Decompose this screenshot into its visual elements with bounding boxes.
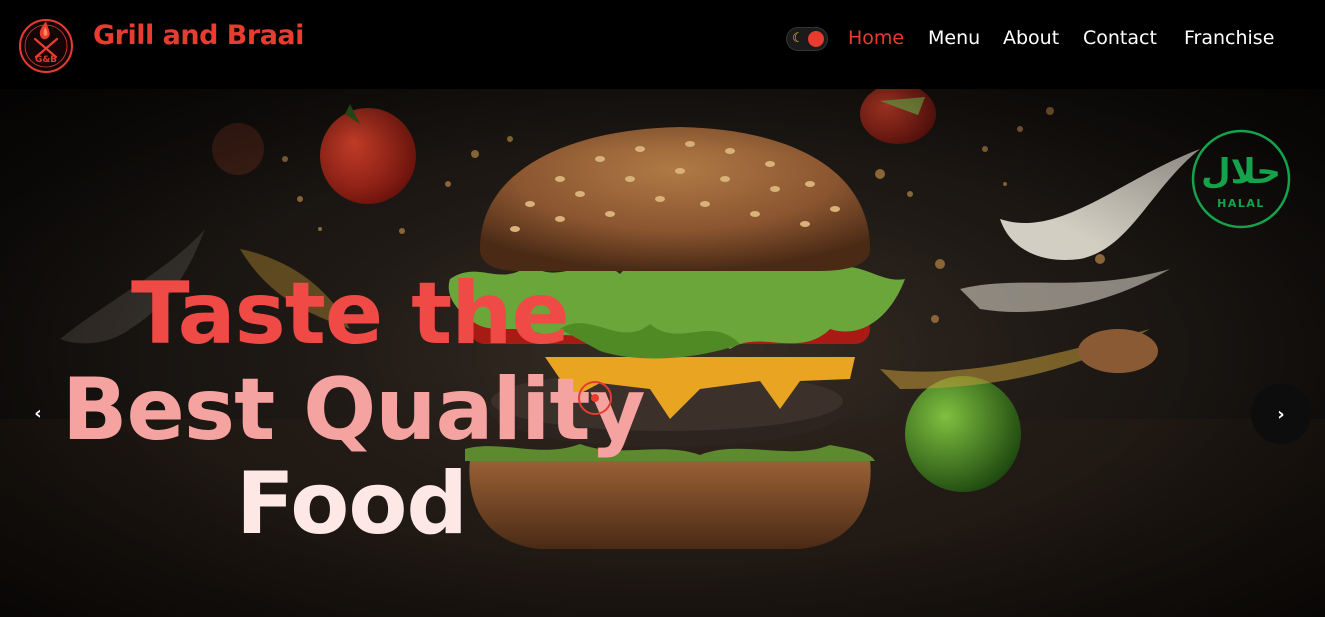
moon-icon: ☾ xyxy=(792,31,804,46)
nav-menu[interactable]: Menu xyxy=(928,27,980,49)
chevron-right-icon: › xyxy=(1277,403,1285,425)
nav-contact[interactable]: Contact xyxy=(1083,27,1157,49)
hero-burger-image xyxy=(0,89,1325,617)
nav-franchise[interactable]: Franchise xyxy=(1184,27,1274,49)
theme-toggle[interactable]: ☾ xyxy=(786,27,828,51)
logo-initials: G&B xyxy=(35,55,57,65)
site-header: G&B Grill and Braai ☾ Home Menu About Co… xyxy=(0,0,1325,89)
chevron-left-icon: ‹ xyxy=(34,402,42,424)
nav-about[interactable]: About xyxy=(1003,27,1059,49)
nav-home[interactable]: Home xyxy=(848,27,904,49)
halal-arabic: حلال xyxy=(1201,152,1281,192)
halal-badge-icon: حلال HALAL xyxy=(1191,129,1291,229)
carousel-next-button[interactable]: › xyxy=(1251,384,1311,444)
custom-cursor-dot xyxy=(591,394,599,402)
toggle-knob xyxy=(808,31,824,47)
hero-carousel: Taste the Best Quality Food حلال HALAL ‹… xyxy=(0,89,1325,617)
halal-label: HALAL xyxy=(1217,197,1265,210)
brand-logo-icon[interactable]: G&B xyxy=(18,17,74,73)
brand-name[interactable]: Grill and Braai xyxy=(93,20,304,51)
carousel-prev-button[interactable]: ‹ xyxy=(24,399,52,427)
